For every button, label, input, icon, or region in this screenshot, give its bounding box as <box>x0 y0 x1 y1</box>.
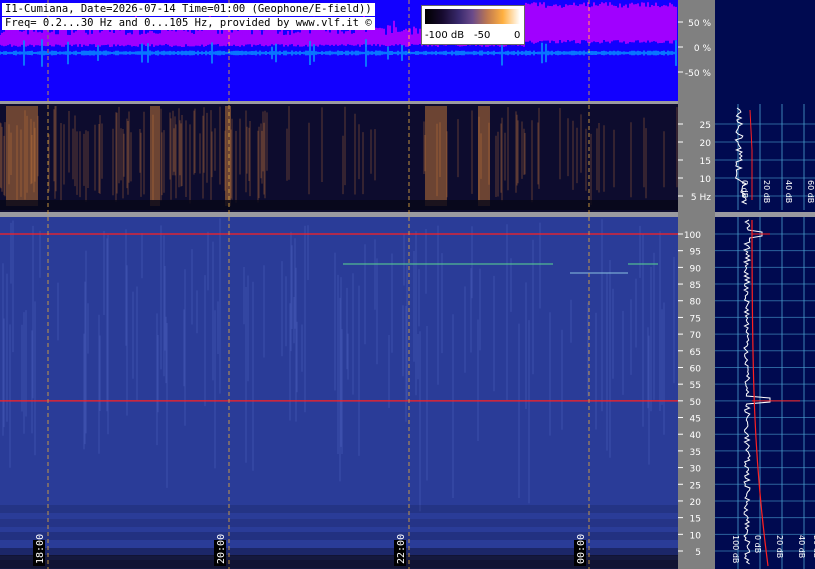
high-freq-tick-label: 45 <box>690 415 701 425</box>
spectrogram-low-floor <box>0 200 678 210</box>
spectrum-high-db-label: 100 dB <box>731 535 740 563</box>
panel-separator <box>0 101 678 104</box>
high-freq-tick-label: 15 <box>690 515 701 525</box>
spectrogram-low-burst <box>6 106 30 206</box>
spectrum-low-db-label: 20 dB <box>762 180 771 203</box>
spectrogram-low-burst <box>478 106 490 206</box>
high-freq-tick-label: 65 <box>690 348 701 358</box>
title-line-2: Freq= 0.2...30 Hz and 0...105 Hz, provid… <box>2 17 375 30</box>
time-tick-label: 22:00 <box>396 534 407 564</box>
time-tick-label: 00:00 <box>576 534 587 564</box>
spectrum-separator <box>715 212 815 217</box>
vlf-chart: 18:00 20:00 22:00 00:00 50 % 0 % -50 % 25 20 15 10… <box>0 0 815 569</box>
spectrogram-high-panel <box>0 217 678 569</box>
amplitude-tick-label: 0 % <box>694 44 712 54</box>
high-freq-tick-label: 30 <box>690 465 702 475</box>
spectrum-low-db-label: 60 dB <box>806 180 815 203</box>
spectrum-low-db-label: 40 dB <box>784 180 793 203</box>
amplitude-tick-label: -50 % <box>685 69 712 79</box>
spectrogram-low-burst <box>30 106 38 206</box>
spectrogram-band <box>0 519 678 527</box>
high-freq-tick-label: 80 <box>690 298 702 308</box>
spectrum-high-db-label: 0 dB <box>753 535 762 553</box>
spectrum-low-db-label: 0 dB <box>740 180 749 198</box>
colorbar-label-mid: -50 <box>474 30 491 41</box>
low-freq-tick-label: 5 Hz <box>691 193 711 203</box>
low-freq-tick-label: 10 <box>700 175 712 185</box>
colorbar-gradient <box>425 9 520 24</box>
low-freq-tick-label: 15 <box>700 157 711 167</box>
spectrogram-band <box>0 505 678 513</box>
time-tick-label: 18:00 <box>35 534 46 564</box>
spectrogram-low-burst <box>150 106 160 206</box>
high-freq-tick-label: 85 <box>690 281 701 291</box>
spectrogram-low-burst <box>225 106 231 206</box>
high-freq-tick-label: 95 <box>690 248 701 258</box>
colorbar-label-min: -100 dB <box>425 30 465 41</box>
high-freq-tick-label: 35 <box>690 448 701 458</box>
colorbar-label-max: 0 <box>514 30 521 41</box>
panel-separator <box>0 212 678 217</box>
high-freq-tick-label: 100 <box>684 231 701 241</box>
high-freq-tick-label: 5 <box>695 548 701 558</box>
high-freq-tick-label: 60 <box>690 364 702 374</box>
high-freq-tick-label: 20 <box>690 498 702 508</box>
high-freq-tick-label: 40 <box>690 431 702 441</box>
high-freq-tick-label: 10 <box>690 531 702 541</box>
spectrum-high-db-label: 40 dB <box>797 535 806 558</box>
spectrogram-low-burst <box>425 106 447 206</box>
high-freq-tick-label: 90 <box>690 264 702 274</box>
high-freq-tick-label: 55 <box>690 381 701 391</box>
high-freq-tick-label: 50 <box>690 398 702 408</box>
colorbar: -100 dB -50 0 <box>421 5 525 45</box>
high-freq-tick-label: 75 <box>690 314 701 324</box>
amplitude-tick-label: 50 % <box>688 19 711 29</box>
low-freq-tick-label: 20 <box>700 139 712 149</box>
low-freq-tick-label: 25 <box>700 121 711 131</box>
title-line-1: I1-Cumiana, Date=2026-07-14 Time=01:00 (… <box>2 3 375 16</box>
high-freq-tick-label: 25 <box>690 481 701 491</box>
spectrum-high-db-label: 20 dB <box>775 535 784 558</box>
time-tick-label: 20:00 <box>216 534 227 564</box>
high-freq-tick-label: 70 <box>690 331 702 341</box>
